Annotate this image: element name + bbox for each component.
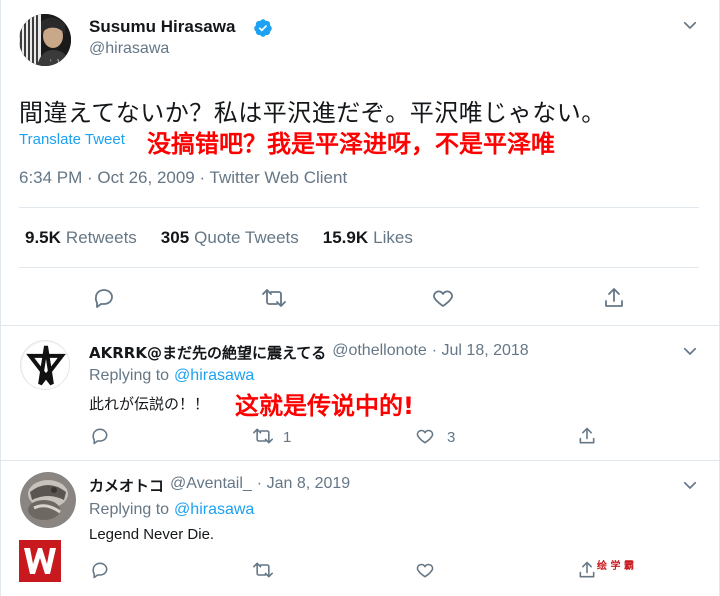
tweet-meta: 6:34 PM · Oct 26, 2009 · Twitter Web Cli… [19, 168, 348, 187]
avatar[interactable]: ' 1 8 [19, 14, 71, 66]
divider [19, 207, 699, 208]
replying-to-label: Replying to [89, 501, 170, 518]
retweet-action[interactable] [251, 560, 273, 582]
retweet-count: 1 [283, 428, 292, 446]
divider [1, 460, 720, 461]
reply-action[interactable] [90, 560, 112, 582]
watermark-text: 绘 学 霸 [597, 557, 634, 572]
quotes-count: 305 [160, 228, 190, 247]
likes-count: 15.9K [322, 228, 369, 247]
like-icon[interactable] [431, 286, 455, 310]
like-count: 3 [447, 428, 456, 446]
pentagram-icon [22, 342, 69, 389]
like-action[interactable]: 3 [415, 426, 455, 448]
avatar-image [20, 472, 76, 528]
reply-display-name[interactable]: カメオトコ [89, 475, 164, 496]
retweet-icon [251, 426, 273, 448]
avatar[interactable] [20, 340, 70, 390]
chevron-down-icon[interactable] [681, 476, 699, 494]
reply-header: AKRRK@まだ先の絶望に震えてる @othellonote · Jul 18,… [89, 342, 529, 363]
share-icon [577, 560, 599, 582]
tweet-thread: ' 1 8 Susumu Hirasawa @hirasawa 間違えてないか？… [0, 0, 720, 596]
like-icon [415, 426, 437, 448]
divider [1, 325, 720, 326]
retweets-count: 9.5K [25, 228, 61, 247]
verified-badge-icon [253, 18, 273, 38]
divider [19, 267, 699, 268]
retweet-icon [251, 560, 273, 582]
reply-action[interactable] [90, 426, 112, 448]
translate-tweet-link[interactable]: Translate Tweet [19, 131, 125, 148]
reply-text: 此れが伝説の！！ [89, 395, 210, 413]
replying-to: Replying to @hirasawa [89, 501, 254, 519]
overlay-translation: 这就是传说中的! [235, 392, 414, 420]
reply-icon [90, 560, 112, 582]
replying-to-handle[interactable]: @hirasawa [174, 501, 254, 519]
retweets-label: Retweets [65, 228, 137, 247]
like-icon [415, 560, 437, 582]
reply-icon [90, 426, 112, 448]
reply-icon[interactable] [92, 286, 116, 310]
replying-to-label: Replying to [89, 367, 170, 384]
chevron-down-icon[interactable] [681, 16, 699, 34]
display-name[interactable]: Susumu Hirasawa [89, 17, 235, 37]
retweet-icon[interactable] [261, 286, 287, 310]
quotes-stat[interactable]: 305 Quote Tweets [161, 228, 299, 248]
retweets-stat[interactable]: 9.5K Retweets [25, 228, 137, 248]
likes-stat[interactable]: 15.9K Likes [323, 228, 413, 248]
quotes-label: Quote Tweets [194, 228, 299, 247]
share-icon[interactable] [602, 286, 626, 310]
reply-handle[interactable]: @Aventail_ [170, 475, 252, 496]
reply-text: Legend Never Die. [89, 526, 215, 543]
replying-to: Replying to @hirasawa [89, 367, 254, 385]
avatar-image: ' 1 8 [19, 14, 71, 66]
chevron-down-icon[interactable] [681, 342, 699, 360]
like-action[interactable] [415, 560, 437, 582]
svg-text:' 1 8: ' 1 8 [49, 59, 67, 66]
retweet-action[interactable]: 1 [251, 426, 291, 448]
watermark-logo [19, 540, 61, 582]
reply-header: カメオトコ @Aventail_ · Jan 8, 2019 [89, 475, 350, 496]
reply-display-name[interactable]: AKRRK@まだ先の絶望に震えてる [89, 342, 326, 363]
tweet-stats: 9.5K Retweets 305 Quote Tweets 15.9K Lik… [25, 228, 413, 248]
replying-to-handle[interactable]: @hirasawa [174, 367, 254, 385]
reply-date[interactable]: · Jan 8, 2019 [257, 475, 350, 496]
share-icon [577, 426, 599, 448]
likes-label: Likes [373, 228, 413, 247]
reply-handle[interactable]: @othellonote [332, 342, 427, 363]
reply-date[interactable]: · Jul 18, 2018 [432, 342, 529, 363]
share-action[interactable] [577, 560, 599, 582]
share-action[interactable] [577, 426, 599, 448]
tweet-text: 間違えてないか？私は平沢進だぞ。平沢唯じゃない。 [19, 99, 606, 127]
avatar[interactable] [20, 472, 76, 528]
handle[interactable]: @hirasawa [89, 40, 169, 58]
overlay-translation: 没搞错吧？我是平泽进呀，不是平泽唯 [147, 130, 555, 158]
